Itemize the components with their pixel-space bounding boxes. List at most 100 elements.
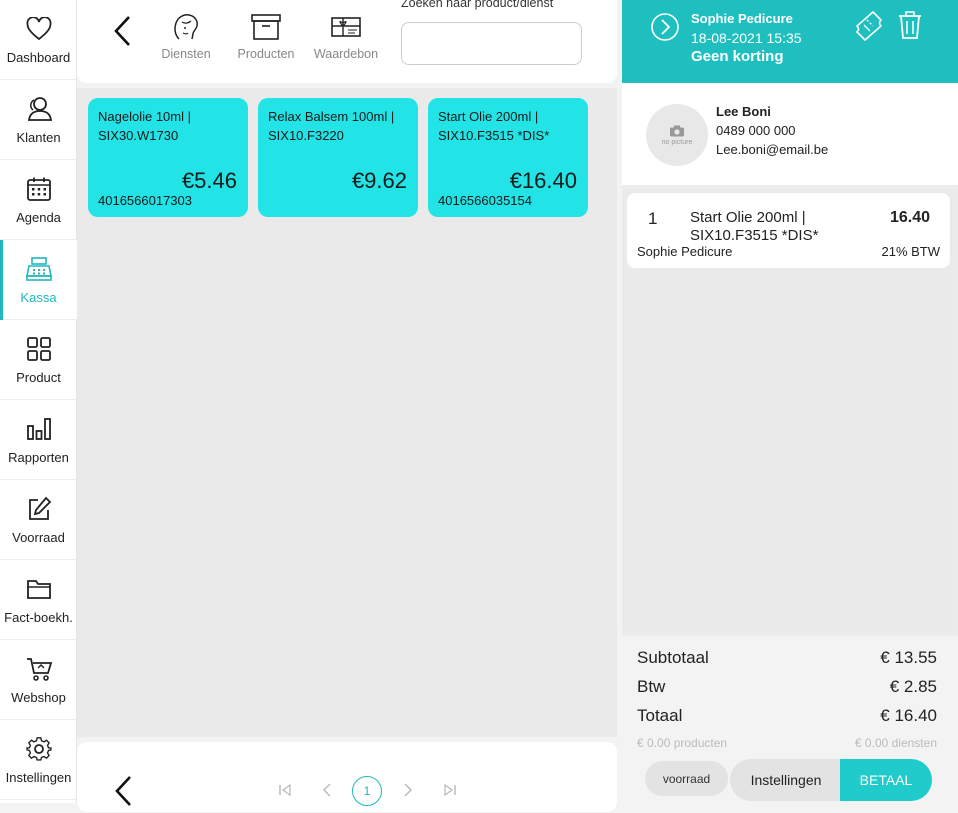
customer-name: Lee Boni <box>716 104 771 119</box>
users-icon <box>24 94 54 124</box>
camera-icon <box>670 125 684 136</box>
line-quantity: 1 <box>648 209 658 228</box>
back-button[interactable] <box>111 14 135 48</box>
sidebar-item-label: Rapporten <box>8 450 69 465</box>
products-total: € 0.00 producten <box>637 736 728 750</box>
total-label: Totaal <box>637 706 683 725</box>
settings-button[interactable]: Instellingen <box>730 759 842 801</box>
sidebar-item-label: Fact-boekh. <box>4 610 73 625</box>
order-header: Sophie Pedicure 18-08-2021 15:35 Geen ko… <box>622 0 958 83</box>
tool-label: Diensten <box>161 47 211 61</box>
gear-icon <box>24 734 54 764</box>
avatar-placeholder-text: no picture <box>661 138 693 146</box>
sidebar-item-label: Instellingen <box>5 770 72 785</box>
gift-voucher-icon <box>330 12 362 42</box>
cart-list: 1 Start Olie 200ml | SIX10.F3515 *DIS* 1… <box>622 189 952 632</box>
vat-value: € 2.85 <box>889 677 937 696</box>
product-barcode: 4016566017303 <box>98 193 192 208</box>
product-price: €9.62 <box>351 168 407 193</box>
product-name: Nagelolie 10ml | SIX30.W1730 <box>98 109 191 143</box>
previous-page-button[interactable] <box>317 780 337 800</box>
subtotal-label: Subtotaal <box>637 648 709 667</box>
voucher-button[interactable] <box>853 10 883 42</box>
order-employee: Sophie Pedicure <box>691 11 793 26</box>
sidebar-item-agenda[interactable]: Agenda <box>0 160 77 240</box>
customer-email: Lee.boni@email.be <box>716 142 829 157</box>
sidebar-item-label: Product <box>16 370 61 385</box>
sidebar-item-klanten[interactable]: Klanten <box>0 80 77 160</box>
toolbar: Diensten Producten Waardebon Zoeken naar… <box>77 0 617 83</box>
last-page-icon <box>444 783 456 797</box>
sidebar-item-instellingen[interactable]: Instellingen <box>0 720 77 800</box>
tool-diensten[interactable]: Diensten <box>151 12 221 68</box>
last-page-button[interactable] <box>440 780 460 800</box>
face-icon <box>170 12 202 42</box>
product-card[interactable]: Start Olie 200ml | SIX10.F3515 *DIS* €16… <box>428 98 588 217</box>
sidebar-item-fact-boekh[interactable]: Fact-boekh. <box>0 560 77 640</box>
tool-label: Producten <box>237 47 295 61</box>
total-value: € 16.40 <box>880 706 937 725</box>
chevron-right-circle-icon <box>651 13 679 41</box>
order-panel: Sophie Pedicure 18-08-2021 15:35 Geen ko… <box>622 0 958 803</box>
edit-icon <box>24 494 54 524</box>
line-description: Start Olie 200ml | SIX10.F3515 *DIS* <box>690 209 819 244</box>
subtotal-row: Subtotaal € 13.55 <box>637 648 937 668</box>
product-name: Start Olie 200ml | SIX10.F3515 *DIS* <box>438 109 550 143</box>
discount-label[interactable]: Geen korting <box>691 48 784 65</box>
page-number-current[interactable]: 1 <box>352 776 382 806</box>
customer-phone: 0489 000 000 <box>716 123 796 138</box>
product-card[interactable]: Relax Balsem 100ml | SIX10.F3220 €9.62 <box>258 98 418 217</box>
breakdown-row: € 0.00 producten € 0.00 diensten <box>637 736 937 750</box>
sidebar-item-label: Dashboard <box>6 50 71 65</box>
next-page-button[interactable] <box>398 780 418 800</box>
line-vat: 21% BTW <box>881 244 940 259</box>
subtotal-value: € 13.55 <box>880 648 937 667</box>
sidebar-item-voorraad[interactable]: Voorraad <box>0 480 77 560</box>
cart-icon <box>24 654 54 684</box>
total-row: Totaal € 16.40 <box>637 706 937 726</box>
product-grid: Nagelolie 10ml | SIX30.W1730 €5.46 40165… <box>77 88 617 737</box>
sidebar-item-product[interactable]: Product <box>0 320 77 400</box>
customer-card[interactable]: no picture Lee Boni 0489 000 000 Lee.bon… <box>622 83 958 185</box>
vat-label: Btw <box>637 677 666 696</box>
sidebar: Dashboard Klanten Agenda Kassa Product R… <box>0 0 77 803</box>
cash-register-icon <box>24 254 54 284</box>
first-page-icon <box>279 783 291 797</box>
tool-producten[interactable]: Producten <box>231 12 301 68</box>
tool-label: Waardebon <box>313 47 379 61</box>
product-price: €16.40 <box>509 168 577 193</box>
sidebar-item-label: Klanten <box>16 130 61 145</box>
cart-line[interactable]: 1 Start Olie 200ml | SIX10.F3515 *DIS* 1… <box>627 193 950 268</box>
expand-button[interactable] <box>650 12 680 42</box>
trash-icon <box>899 11 921 39</box>
services-total: € 0.00 diensten <box>854 736 937 750</box>
line-employee: Sophie Pedicure <box>637 244 733 259</box>
folder-icon <box>24 574 54 604</box>
grid-icon <box>24 334 54 364</box>
product-price: €5.46 <box>181 168 237 193</box>
sidebar-item-kassa[interactable]: Kassa <box>0 240 77 320</box>
totals-section: Subtotaal € 13.55 Btw € 2.85 Totaal € 16… <box>622 636 958 803</box>
sidebar-item-dashboard[interactable]: Dashboard <box>0 0 77 80</box>
line-amount: 16.40 <box>889 209 930 226</box>
chevron-left-icon <box>322 783 331 797</box>
chevron-right-icon <box>404 783 413 797</box>
product-card[interactable]: Nagelolie 10ml | SIX30.W1730 €5.46 40165… <box>88 98 248 217</box>
pay-button[interactable]: BETAAL <box>840 759 932 801</box>
chevron-left-icon <box>114 16 130 46</box>
stock-button[interactable]: voorraad <box>645 761 728 796</box>
sidebar-item-label: Voorraad <box>12 530 65 545</box>
heart-icon <box>24 14 54 44</box>
search-input[interactable] <box>401 22 582 65</box>
delete-order-button[interactable] <box>898 10 922 40</box>
first-page-button[interactable] <box>275 780 295 800</box>
tool-waardebon[interactable]: Waardebon <box>311 12 381 68</box>
sidebar-item-webshop[interactable]: Webshop <box>0 640 77 720</box>
avatar[interactable]: no picture <box>646 104 708 166</box>
sidebar-item-label: Agenda <box>16 210 61 225</box>
sidebar-item-label: Webshop <box>11 690 66 705</box>
product-barcode: 4016566035154 <box>438 193 532 208</box>
search-label: Zoeken naar product/dienst <box>401 0 554 10</box>
sidebar-item-rapporten[interactable]: Rapporten <box>0 400 77 480</box>
sidebar-item-label: Kassa <box>20 290 57 305</box>
